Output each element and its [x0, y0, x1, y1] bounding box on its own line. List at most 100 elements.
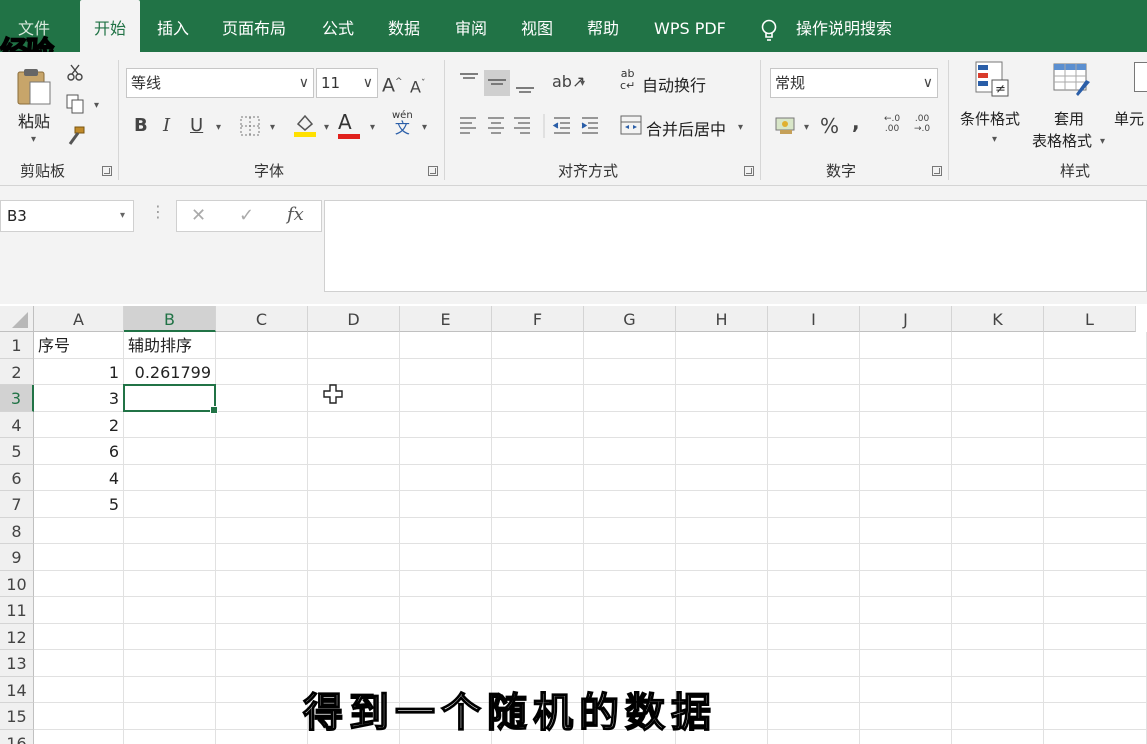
cell-i13[interactable]: [768, 650, 860, 677]
cell-e4[interactable]: [400, 411, 492, 438]
cell-b12[interactable]: [124, 623, 216, 650]
cell-d6[interactable]: [308, 464, 400, 491]
fill-color-icon[interactable]: [292, 112, 318, 138]
alignment-launcher-icon[interactable]: [744, 166, 754, 176]
formula-input[interactable]: [324, 200, 1147, 292]
cell-c5[interactable]: [216, 438, 308, 465]
cell-b10[interactable]: [124, 570, 216, 597]
cell-h7[interactable]: [676, 491, 768, 518]
row-header-11[interactable]: 11: [0, 597, 34, 624]
cell-a4[interactable]: 2: [34, 411, 124, 438]
paste-dropdown-icon[interactable]: ▾: [31, 134, 36, 145]
cell-c8[interactable]: [216, 517, 308, 544]
cell-g11[interactable]: [584, 597, 676, 624]
cell-d7[interactable]: [308, 491, 400, 518]
cell-k11[interactable]: [952, 597, 1044, 624]
cell-i8[interactable]: [768, 517, 860, 544]
copy-icon[interactable]: [66, 94, 86, 114]
conditional-formatting-button[interactable]: 条件格式: [960, 108, 1020, 129]
cell-f8[interactable]: [492, 517, 584, 544]
cell-i12[interactable]: [768, 623, 860, 650]
cell-h3[interactable]: [676, 385, 768, 412]
cell-a12[interactable]: [34, 623, 124, 650]
row-header-13[interactable]: 13: [0, 650, 34, 677]
currency-icon[interactable]: [774, 114, 798, 136]
cell-l2[interactable]: [1044, 358, 1147, 385]
cell-i4[interactable]: [768, 411, 860, 438]
cell-l5[interactable]: [1044, 438, 1147, 465]
cell-g7[interactable]: [584, 491, 676, 518]
drag-handle-icon[interactable]: ⋮: [150, 202, 166, 221]
insert-function-icon[interactable]: fx: [287, 204, 304, 225]
cell-a7[interactable]: 5: [34, 491, 124, 518]
cell-l11[interactable]: [1044, 597, 1147, 624]
cell-l8[interactable]: [1044, 517, 1147, 544]
tab-page-layout[interactable]: 页面布局: [222, 0, 286, 52]
paste-label[interactable]: 粘贴: [18, 108, 50, 132]
cell-k9[interactable]: [952, 544, 1044, 571]
cell-l4[interactable]: [1044, 411, 1147, 438]
cell-l16[interactable]: [1044, 729, 1147, 744]
active-cell-b3[interactable]: [123, 384, 218, 413]
cell-i6[interactable]: [768, 464, 860, 491]
copy-dropdown-icon[interactable]: ▾: [94, 100, 99, 111]
column-header-e[interactable]: E: [400, 306, 492, 332]
cell-l3[interactable]: [1044, 385, 1147, 412]
cell-i3[interactable]: [768, 385, 860, 412]
phonetic-button[interactable]: wén 文: [392, 110, 413, 137]
row-header-4[interactable]: 4: [0, 411, 34, 438]
paste-icon[interactable]: [14, 68, 60, 106]
increase-decimal-button[interactable]: ←.0.00: [884, 114, 900, 134]
cell-styles-button[interactable]: 单元: [1114, 108, 1144, 129]
cell-d12[interactable]: [308, 623, 400, 650]
cell-e11[interactable]: [400, 597, 492, 624]
cell-g4[interactable]: [584, 411, 676, 438]
cell-h13[interactable]: [676, 650, 768, 677]
percent-button[interactable]: %: [820, 114, 839, 138]
cell-e13[interactable]: [400, 650, 492, 677]
cell-g9[interactable]: [584, 544, 676, 571]
cell-e10[interactable]: [400, 570, 492, 597]
cell-a6[interactable]: 4: [34, 464, 124, 491]
cell-j13[interactable]: [860, 650, 952, 677]
wrap-text-button[interactable]: 自动换行: [642, 72, 706, 96]
cell-a8[interactable]: [34, 517, 124, 544]
cell-d10[interactable]: [308, 570, 400, 597]
phonetic-dropdown-icon[interactable]: ▾: [422, 122, 427, 133]
format-painter-icon[interactable]: [66, 126, 86, 146]
clipboard-launcher-icon[interactable]: [102, 166, 112, 176]
cell-b9[interactable]: [124, 544, 216, 571]
font-size-select[interactable]: 11 ∨: [316, 68, 378, 98]
column-header-f[interactable]: F: [492, 306, 584, 332]
row-header-7[interactable]: 7: [0, 491, 34, 518]
cell-k4[interactable]: [952, 411, 1044, 438]
cell-b8[interactable]: [124, 517, 216, 544]
comma-button[interactable]: ,: [852, 110, 860, 134]
column-header-l[interactable]: L: [1044, 306, 1136, 332]
row-header-8[interactable]: 8: [0, 517, 34, 544]
cell-f6[interactable]: [492, 464, 584, 491]
fill-color-dropdown-icon[interactable]: ▾: [324, 122, 329, 133]
cell-h2[interactable]: [676, 358, 768, 385]
cell-i5[interactable]: [768, 438, 860, 465]
cell-c12[interactable]: [216, 623, 308, 650]
font-color-button[interactable]: A: [338, 110, 352, 134]
cell-g6[interactable]: [584, 464, 676, 491]
cell-e3[interactable]: [400, 385, 492, 412]
number-format-select[interactable]: 常规 ∨: [770, 68, 938, 98]
cell-b7[interactable]: [124, 491, 216, 518]
cell-l6[interactable]: [1044, 464, 1147, 491]
column-header-k[interactable]: K: [952, 306, 1044, 332]
cell-f1[interactable]: [492, 332, 584, 359]
format-as-table-label-1[interactable]: 套用: [1054, 108, 1084, 129]
cell-f5[interactable]: [492, 438, 584, 465]
cell-f13[interactable]: [492, 650, 584, 677]
cell-j1[interactable]: [860, 332, 952, 359]
column-header-i[interactable]: I: [768, 306, 860, 332]
cell-a2[interactable]: 1: [34, 358, 124, 385]
tab-review[interactable]: 审阅: [455, 0, 487, 52]
cell-d1[interactable]: [308, 332, 400, 359]
tab-formulas[interactable]: 公式: [322, 0, 354, 52]
column-header-a[interactable]: A: [34, 306, 124, 332]
cancel-icon[interactable]: ✕: [191, 205, 206, 226]
